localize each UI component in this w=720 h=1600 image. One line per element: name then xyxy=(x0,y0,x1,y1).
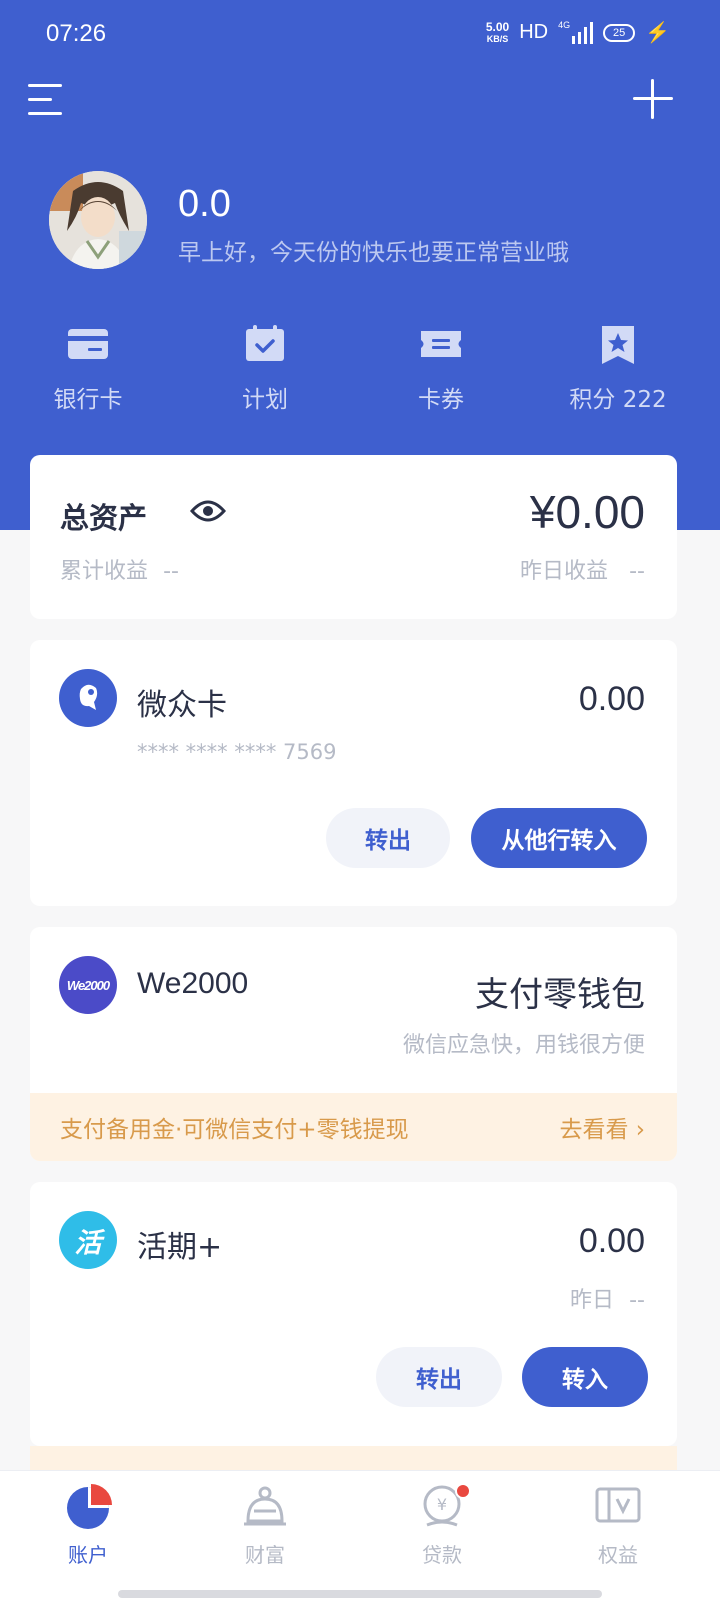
huoqi-logo-icon: 活 xyxy=(59,1211,117,1269)
points-bookmark-icon xyxy=(593,320,643,370)
benefits-ticket-icon xyxy=(593,1481,643,1531)
status-time: 07:26 xyxy=(46,20,107,47)
notification-dot xyxy=(455,1483,471,1499)
total-assets-title: 总资产 xyxy=(60,501,148,535)
total-assets-amount: ¥0.00 xyxy=(529,486,645,538)
menu-icon[interactable] xyxy=(28,82,66,118)
cumulative-earnings: 累计收益 -- xyxy=(60,559,179,584)
we2000-logo-icon: We2000 xyxy=(59,956,117,1014)
huoqi-name: 活期+ xyxy=(137,1230,223,1265)
we2000-headline: 支付零钱包 xyxy=(475,975,645,1015)
huoqi-card[interactable]: 活 活期+ 0.00 昨日 -- 转出 转入 xyxy=(30,1182,677,1446)
add-icon[interactable] xyxy=(633,79,673,119)
huoqi-transfer-in-button[interactable]: 转入 xyxy=(522,1347,648,1407)
calendar-plan-icon xyxy=(240,320,290,370)
chevron-right-icon: › xyxy=(635,1117,645,1143)
quick-action-coupon[interactable]: 卡券 xyxy=(366,320,516,414)
profile-name: 0.0 xyxy=(178,183,231,225)
battery-icon: 25 xyxy=(603,23,636,42)
tab-benefits[interactable]: 权益 xyxy=(558,1481,678,1568)
huoqi-amount: 0.00 xyxy=(578,1222,645,1260)
weizhong-card[interactable]: 微众卡 0.00 **** **** **** 7569 转出 从他行转入 xyxy=(30,640,677,906)
weizhong-card-name: 微众卡 xyxy=(137,688,227,723)
card-number: **** **** **** 7569 xyxy=(137,740,337,764)
huoqi-transfer-out-button[interactable]: 转出 xyxy=(376,1347,502,1407)
tab-wealth[interactable]: 财富 xyxy=(205,1481,325,1568)
transfer-from-other-bank-button[interactable]: 从他行转入 xyxy=(471,808,647,868)
promo-text: 支付备用金·可微信支付+零钱提现 xyxy=(60,1117,409,1143)
profile-greeting: 早上好，今天份的快乐也要正常营业哦 xyxy=(178,240,569,266)
weizhong-card-amount: 0.00 xyxy=(578,680,645,718)
signal-icon: 4G xyxy=(558,20,594,44)
tab-account[interactable]: 账户 xyxy=(28,1481,148,1568)
home-indicator[interactable] xyxy=(118,1590,602,1598)
eye-icon[interactable] xyxy=(189,497,227,525)
avatar[interactable] xyxy=(49,171,147,269)
coupon-icon xyxy=(416,320,466,370)
svg-text:¥: ¥ xyxy=(437,1495,447,1514)
quick-action-bank-card[interactable]: 银行卡 xyxy=(13,320,163,414)
we2000-name: We2000 xyxy=(137,967,249,1000)
bottom-tab-bar: 账户 财富 ¥ 贷款 权益 xyxy=(0,1470,720,1600)
quick-action-points[interactable]: 积分 222 xyxy=(543,320,693,414)
we2000-promo-banner[interactable]: 支付备用金·可微信支付+零钱提现 去看看 › xyxy=(30,1093,677,1161)
bank-card-icon xyxy=(63,320,113,370)
status-bar: 07:26 5.00 KB/S HD 4G 25 ⚡ xyxy=(0,0,720,70)
yesterday-earnings: 昨日收益 -- xyxy=(520,559,645,584)
wealth-bell-icon xyxy=(240,1481,290,1531)
promo-link[interactable]: 去看看 › xyxy=(559,1110,645,1144)
hd-indicator: HD xyxy=(519,21,549,43)
tab-loan[interactable]: ¥ 贷款 xyxy=(382,1481,502,1568)
weizhong-logo-icon xyxy=(59,669,117,727)
huoqi-yesterday: 昨日 -- xyxy=(570,1288,645,1313)
status-indicators: 5.00 KB/S HD 4G 25 ⚡ xyxy=(486,20,670,45)
total-assets-card: 总资产 ¥0.00 累计收益 -- 昨日收益 -- xyxy=(30,455,677,619)
transfer-out-button[interactable]: 转出 xyxy=(326,808,450,868)
charging-icon: ⚡ xyxy=(645,22,670,44)
we2000-card[interactable]: We2000 We2000 支付零钱包 微信应急快，用钱很方便 支付备用金·可微… xyxy=(30,927,677,1161)
quick-action-plan[interactable]: 计划 xyxy=(190,320,340,414)
we2000-subtitle: 微信应急快，用钱很方便 xyxy=(402,1033,645,1058)
net-speed: 5.00 KB/S xyxy=(485,19,510,44)
pie-chart-icon xyxy=(63,1481,113,1531)
